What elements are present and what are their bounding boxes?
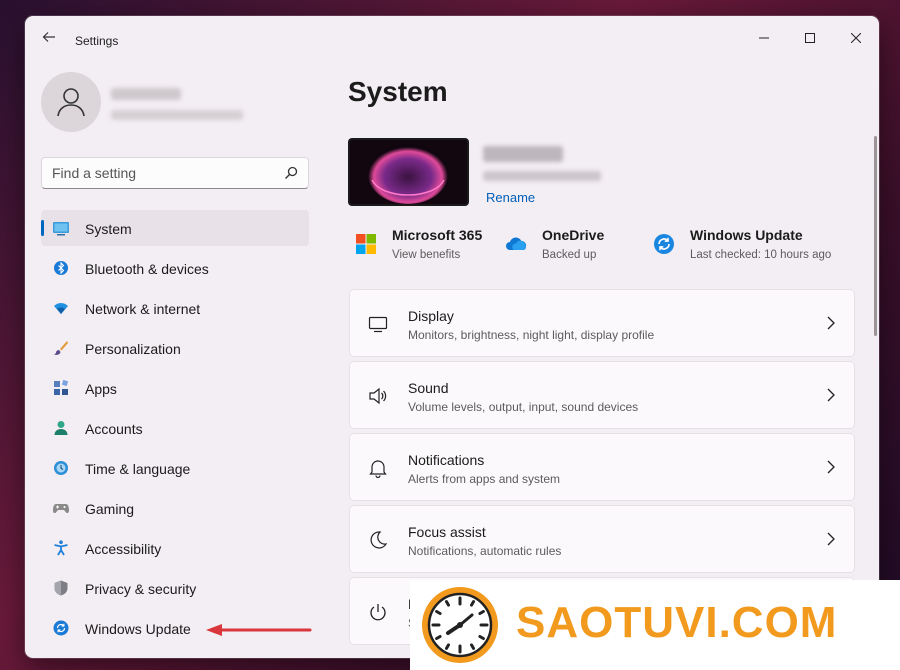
pc-model-redacted xyxy=(483,171,601,181)
card-subtitle: Alerts from apps and system xyxy=(408,472,561,486)
sidebar-item-label: Apps xyxy=(85,381,117,397)
settings-card-notifications[interactable]: Notifications Alerts from apps and syste… xyxy=(349,433,855,501)
page-title: System xyxy=(348,76,448,107)
sidebar-item-label: Network & internet xyxy=(85,301,201,317)
minimize-button[interactable] xyxy=(741,22,787,54)
card-subtitle: Monitors, brightness, night light, displ… xyxy=(408,328,655,342)
close-button[interactable] xyxy=(833,22,879,54)
minimize-icon xyxy=(759,37,769,39)
quick-link-onedrive[interactable]: OneDrive Backed up xyxy=(505,225,635,265)
sidebar-item-bluetooth[interactable]: Bluetooth & devices xyxy=(41,250,309,286)
power-icon xyxy=(370,604,386,621)
quick-link-subtitle: Backed up xyxy=(542,249,597,261)
settings-card-focus-assist[interactable]: Focus assist Notifications, automatic ru… xyxy=(349,505,855,573)
watermark-text: SAOTUVI.COM xyxy=(516,598,838,647)
sidebar-item-label: System xyxy=(85,221,132,237)
card-title: Sound xyxy=(408,380,449,396)
quick-link-subtitle: View benefits xyxy=(392,249,461,261)
quick-link-windows-update[interactable]: Windows Update Last checked: 10 hours ag… xyxy=(653,225,843,265)
annotation-arrow xyxy=(206,624,312,636)
settings-card-sound[interactable]: Sound Volume levels, output, input, soun… xyxy=(349,361,855,429)
avatar[interactable] xyxy=(41,72,101,132)
settings-window: Settings System Bluetooth & devices xyxy=(25,16,879,658)
sidebar-item-label: Personalization xyxy=(85,341,181,357)
sidebar-item-label: Accessibility xyxy=(85,541,162,557)
card-title: Notifications xyxy=(408,452,485,468)
close-icon xyxy=(851,33,861,43)
rename-link[interactable]: Rename xyxy=(486,190,535,205)
watermark-banner: SAOTUVI.COM xyxy=(410,580,900,670)
wallpaper-image xyxy=(350,140,467,204)
bluetooth-icon xyxy=(54,261,68,275)
back-arrow-icon xyxy=(42,32,55,42)
time-language-icon xyxy=(54,461,68,475)
quick-link-title: OneDrive xyxy=(542,227,605,243)
sidebar-item-privacy-security[interactable]: Privacy & security xyxy=(41,570,309,606)
desktop-wallpaper-thumbnail xyxy=(348,138,469,206)
speaker-icon xyxy=(369,387,387,405)
scrollbar[interactable] xyxy=(874,136,877,336)
title-bar: Settings xyxy=(25,16,879,64)
moon-icon xyxy=(370,531,388,549)
brush-icon xyxy=(54,341,68,355)
system-icon xyxy=(53,222,69,236)
gamepad-icon xyxy=(53,504,69,513)
sidebar-item-label: Gaming xyxy=(85,501,135,517)
sidebar-item-accessibility[interactable]: Accessibility xyxy=(41,530,309,566)
maximize-button[interactable] xyxy=(787,22,833,54)
card-subtitle: Volume levels, output, input, sound devi… xyxy=(408,400,639,414)
apps-icon xyxy=(54,380,69,395)
sidebar-item-apps[interactable]: Apps xyxy=(41,370,309,406)
accessibility-icon xyxy=(54,540,68,556)
user-name-redacted xyxy=(111,88,181,100)
app-title: Settings xyxy=(75,34,119,48)
quick-link-microsoft-365[interactable]: Microsoft 365 View benefits xyxy=(355,225,495,265)
sidebar-item-system[interactable]: System xyxy=(41,210,309,246)
windows-update-icon xyxy=(654,234,674,254)
search-input[interactable] xyxy=(52,158,272,188)
back-button[interactable] xyxy=(39,30,59,50)
sidebar-item-time-language[interactable]: Time & language xyxy=(41,450,309,486)
chevron-right-icon xyxy=(827,388,835,402)
settings-card-display[interactable]: Display Monitors, brightness, night ligh… xyxy=(349,289,855,357)
sidebar-item-label: Bluetooth & devices xyxy=(85,261,209,277)
shield-icon xyxy=(54,580,68,596)
quick-link-title: Windows Update xyxy=(690,227,803,243)
card-title: Display xyxy=(408,308,454,324)
bell-icon xyxy=(369,460,387,478)
microsoft-365-icon xyxy=(356,234,376,254)
sidebar-item-personalization[interactable]: Personalization xyxy=(41,330,309,366)
sidebar-item-label: Accounts xyxy=(85,421,143,437)
maximize-icon xyxy=(805,33,815,43)
clock-logo-icon xyxy=(422,587,498,663)
accounts-icon xyxy=(54,421,68,435)
windows-update-icon xyxy=(53,620,69,636)
onedrive-icon xyxy=(506,237,527,250)
sidebar-item-label: Privacy & security xyxy=(85,581,197,597)
card-subtitle: Notifications, automatic rules xyxy=(408,544,562,558)
sidebar-item-network[interactable]: Network & internet xyxy=(41,290,309,326)
sidebar-nav: System Bluetooth & devices Network & int… xyxy=(41,210,309,650)
wifi-icon xyxy=(54,303,68,314)
quick-link-subtitle: Last checked: 10 hours ago xyxy=(690,249,832,261)
user-email-redacted xyxy=(111,110,243,120)
sidebar-item-gaming[interactable]: Gaming xyxy=(41,490,309,526)
monitor-icon xyxy=(368,316,388,333)
chevron-right-icon xyxy=(827,532,835,546)
search-icon[interactable] xyxy=(284,166,298,180)
card-title: Focus assist xyxy=(408,524,486,540)
sidebar-item-accounts[interactable]: Accounts xyxy=(41,410,309,446)
chevron-right-icon xyxy=(827,316,835,330)
quick-link-title: Microsoft 365 xyxy=(392,227,483,243)
sidebar-item-label: Windows Update xyxy=(85,621,191,637)
search-box xyxy=(41,157,309,189)
chevron-right-icon xyxy=(827,460,835,474)
pc-name-redacted xyxy=(483,146,563,162)
user-icon xyxy=(57,88,85,117)
sidebar-item-label: Time & language xyxy=(85,461,191,477)
